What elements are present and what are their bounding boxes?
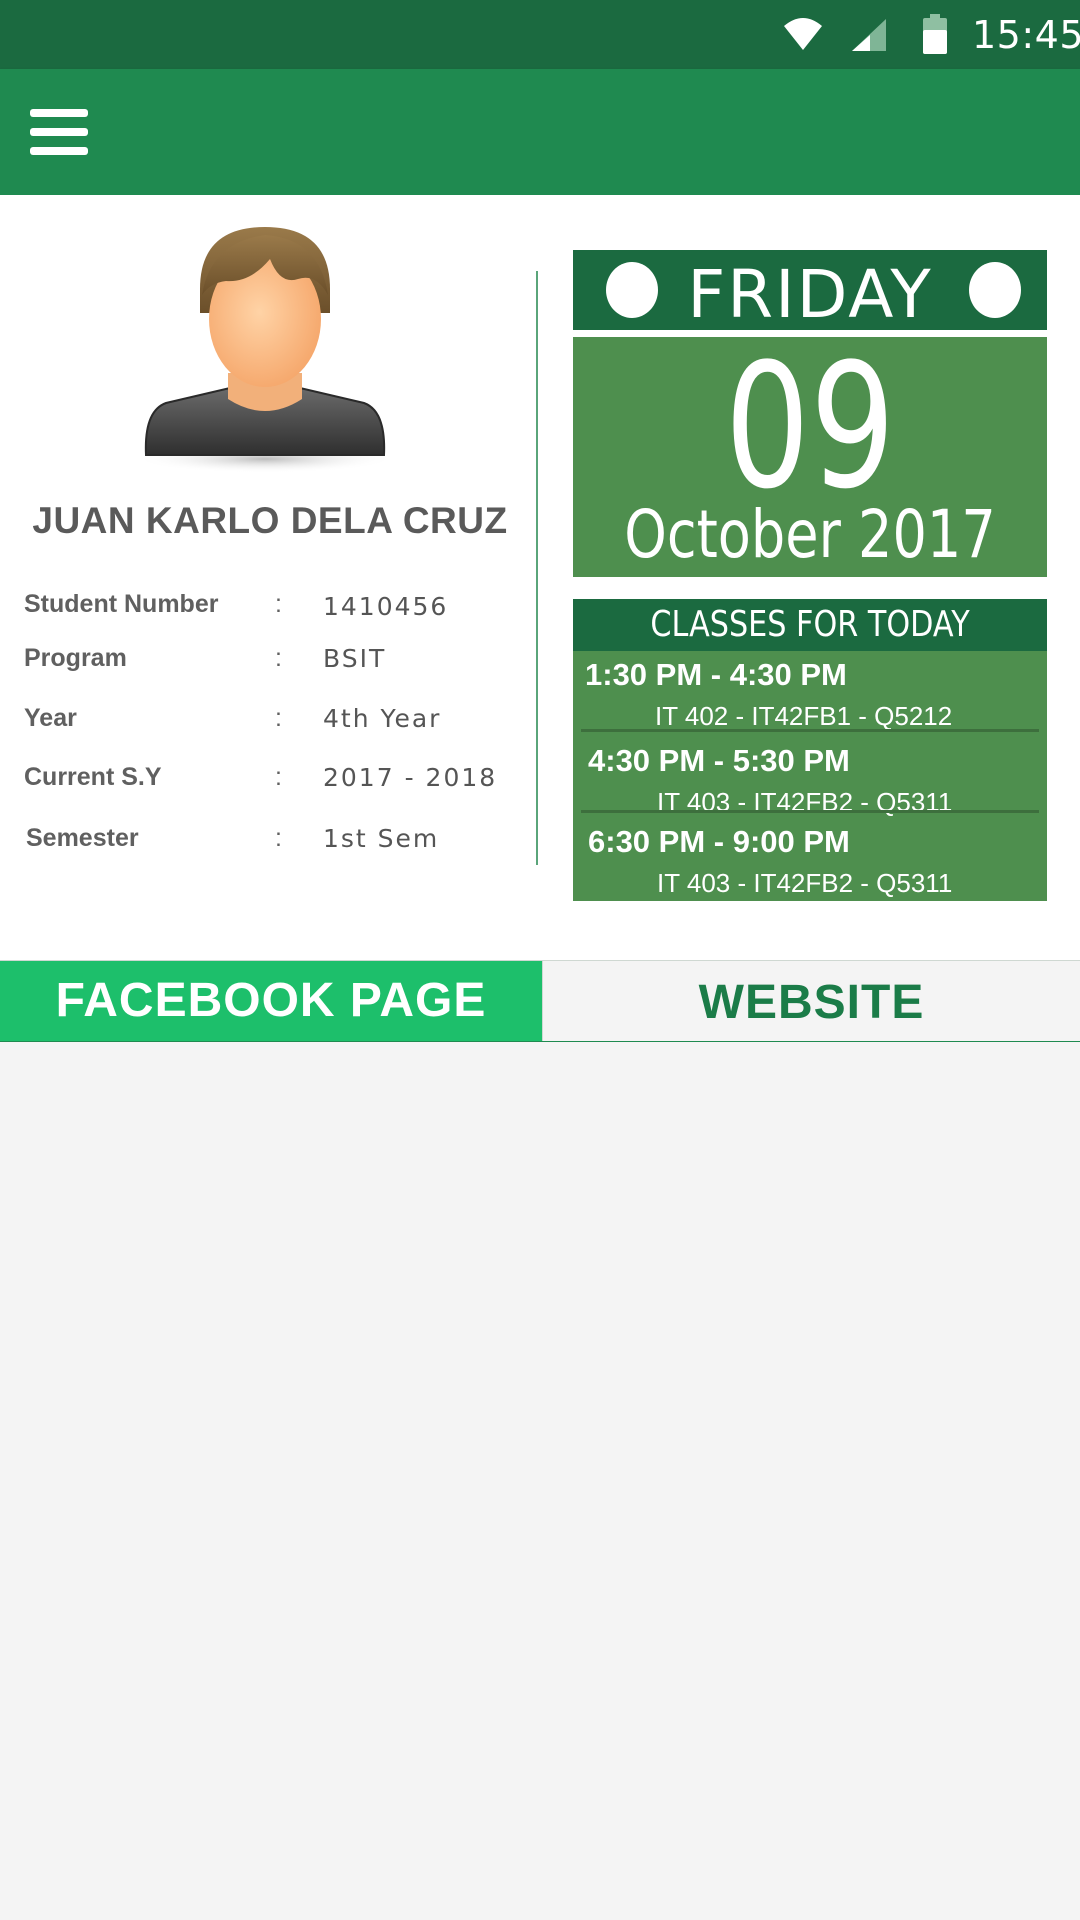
info-separator: :	[275, 644, 282, 672]
cell-signal-icon	[852, 19, 886, 51]
info-value: 4th Year	[323, 704, 442, 733]
info-value: 2017 - 2018	[323, 763, 498, 792]
class-item: 6:30 PM - 9:00 PM IT 403 - IT42FB2 - Q53…	[573, 824, 1047, 906]
calendar-ring-icon	[969, 262, 1021, 318]
calendar-date-box: 09 October 2017	[573, 337, 1047, 577]
info-row-program: Program : BSIT	[0, 644, 530, 684]
battery-icon	[923, 14, 947, 54]
info-label: Program	[24, 644, 127, 672]
class-detail: IT 402 - IT42FB1 - Q5212	[655, 701, 953, 731]
class-divider	[581, 729, 1039, 732]
class-detail: IT 403 - IT42FB2 - Q5311	[657, 787, 953, 817]
calendar-day-number: 09	[724, 326, 896, 527]
class-time: 4:30 PM - 5:30 PM	[588, 743, 850, 778]
info-row-semester: Semester : 1st Sem	[0, 824, 530, 864]
calendar-month-year: October 2017	[624, 496, 996, 573]
empty-content-area	[0, 1042, 1080, 1920]
info-value: 1st Sem	[323, 824, 440, 853]
class-time: 6:30 PM - 9:00 PM	[588, 824, 850, 859]
info-separator: :	[275, 590, 282, 618]
class-time: 1:30 PM - 4:30 PM	[585, 657, 847, 692]
vertical-divider	[536, 271, 538, 865]
link-tabs: FACEBOOK PAGE WEBSITE	[0, 960, 1080, 1042]
wifi-icon	[784, 18, 822, 50]
website-button[interactable]: WEBSITE	[542, 961, 1080, 1041]
info-row-student-number: Student Number : 1410456	[0, 590, 530, 630]
info-value: 1410456	[323, 592, 449, 621]
user-avatar-icon	[135, 227, 395, 473]
info-separator: :	[275, 824, 282, 852]
info-label: Semester	[26, 824, 139, 852]
facebook-page-button[interactable]: FACEBOOK PAGE	[0, 961, 542, 1041]
class-detail: IT 403 - IT42FB2 - Q5311	[657, 868, 953, 898]
class-divider	[581, 810, 1039, 813]
hamburger-menu-icon[interactable]	[30, 109, 88, 155]
info-row-school-year: Current S.Y : 2017 - 2018	[0, 763, 530, 803]
info-label: Current S.Y	[24, 763, 162, 791]
info-label: Year	[24, 704, 77, 732]
student-name: JUAN KARLO DELA CRUZ	[32, 500, 508, 541]
info-separator: :	[275, 704, 282, 732]
classes-header: CLASSES FOR TODAY	[573, 599, 1047, 651]
calendar-day-header: FRIDAY	[573, 250, 1047, 333]
class-item: 1:30 PM - 4:30 PM IT 402 - IT42FB1 - Q52…	[573, 657, 1047, 739]
status-bar: 15:45	[0, 0, 1080, 69]
student-dashboard-card: JUAN KARLO DELA CRUZ Student Number : 14…	[0, 195, 1080, 960]
info-value: BSIT	[323, 644, 387, 673]
app-bar	[0, 69, 1080, 195]
clock-time: 15:45	[972, 13, 1080, 57]
classes-header-label: CLASSES FOR TODAY	[650, 604, 970, 645]
info-separator: :	[275, 763, 282, 791]
classes-list: 1:30 PM - 4:30 PM IT 402 - IT42FB1 - Q52…	[573, 651, 1047, 901]
info-row-year: Year : 4th Year	[0, 704, 530, 744]
info-label: Student Number	[24, 590, 219, 618]
